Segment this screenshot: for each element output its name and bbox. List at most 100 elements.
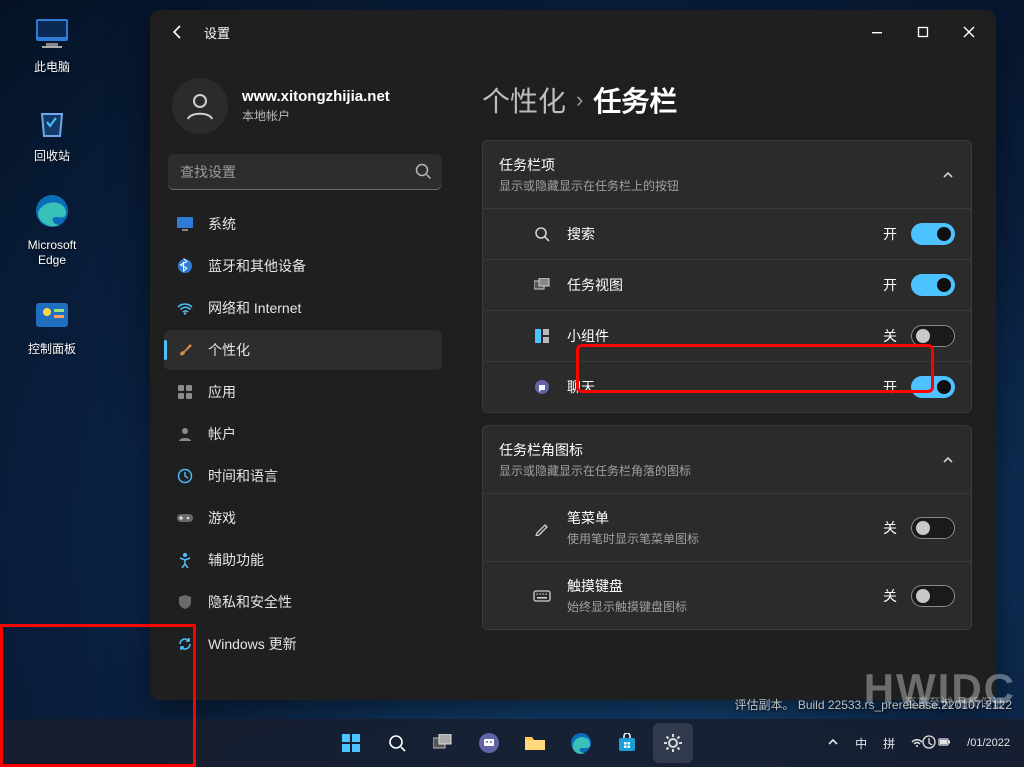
toggle-chat[interactable] bbox=[911, 376, 955, 398]
nav-gaming[interactable]: 游戏 bbox=[164, 498, 442, 538]
nav-label: 时间和语言 bbox=[208, 466, 278, 486]
nav-label: 蓝牙和其他设备 bbox=[208, 256, 306, 276]
nav-label: 个性化 bbox=[208, 340, 250, 360]
toggle-state-label: 关 bbox=[883, 326, 897, 346]
toggle-touch-keyboard[interactable] bbox=[911, 585, 955, 607]
section-taskbar-items: 任务栏项 显示或隐藏显示在任务栏上的按钮 搜索 开 任务视图 开 bbox=[482, 140, 972, 413]
settings-window: 设置 www.xitongzhijia.net 本地帐户 bbox=[150, 10, 996, 700]
search-icon bbox=[387, 733, 407, 753]
task-view-icon bbox=[531, 278, 553, 292]
arrow-left-icon bbox=[170, 24, 186, 40]
nav-privacy[interactable]: 隐私和安全性 bbox=[164, 582, 442, 622]
search-container bbox=[168, 154, 442, 190]
nav-label: 应用 bbox=[208, 382, 236, 402]
taskbar-search-button[interactable] bbox=[377, 723, 417, 763]
accessibility-icon bbox=[176, 551, 194, 569]
taskbar-settings-button[interactable] bbox=[653, 723, 693, 763]
keyboard-icon bbox=[531, 589, 553, 603]
chevron-up-icon bbox=[941, 168, 955, 182]
display-icon bbox=[176, 215, 194, 233]
shield-icon bbox=[176, 593, 194, 611]
taskbar: 中 拼 /01/2022 bbox=[0, 719, 1024, 767]
search-icon bbox=[531, 226, 553, 242]
nav-label: 游戏 bbox=[208, 508, 236, 528]
row-chat: 聊天 开 bbox=[483, 361, 971, 412]
nav-personalization[interactable]: 个性化 bbox=[164, 330, 442, 370]
taskbar-edge-button[interactable] bbox=[561, 723, 601, 763]
tray-quick-settings[interactable] bbox=[905, 730, 957, 757]
desktop-icons: 此电脑 回收站 Microsoft Edge 控制面板 bbox=[12, 12, 112, 383]
maximize-icon bbox=[917, 26, 929, 38]
desktop-icon-label: 回收站 bbox=[34, 149, 70, 164]
desktop-icon-edge[interactable]: Microsoft Edge bbox=[12, 190, 92, 268]
minimize-button[interactable] bbox=[854, 10, 900, 54]
section-header-corner-icons[interactable]: 任务栏角图标 显示或隐藏显示在任务栏角落的图标 bbox=[483, 426, 971, 493]
monitor-icon bbox=[31, 12, 73, 54]
system-tray: 中 拼 /01/2022 bbox=[821, 730, 1016, 757]
widgets-icon bbox=[531, 328, 553, 344]
toggle-search[interactable] bbox=[911, 223, 955, 245]
toggle-task-view[interactable] bbox=[911, 274, 955, 296]
tray-overflow-button[interactable] bbox=[821, 732, 845, 755]
nav-network[interactable]: 网络和 Internet bbox=[164, 288, 442, 328]
tray-ime-lang[interactable]: 中 bbox=[849, 731, 873, 756]
taskbar-center bbox=[331, 723, 693, 763]
titlebar: 设置 bbox=[150, 10, 996, 54]
section-title: 任务栏项 bbox=[499, 155, 679, 175]
close-button[interactable] bbox=[946, 10, 992, 54]
store-icon bbox=[617, 733, 637, 753]
edge-icon bbox=[570, 732, 592, 754]
taskbar-chat-button[interactable] bbox=[469, 723, 509, 763]
toggle-state-label: 关 bbox=[883, 586, 897, 606]
clock-date: /01/2022 bbox=[967, 737, 1010, 749]
tray-clock[interactable]: /01/2022 bbox=[961, 733, 1016, 753]
taskbar-explorer-button[interactable] bbox=[515, 723, 555, 763]
sidebar: www.xitongzhijia.net 本地帐户 系统 蓝牙和其他设备 网络和… bbox=[150, 54, 454, 700]
window-title: 设置 bbox=[204, 23, 230, 42]
nav-accessibility[interactable]: 辅助功能 bbox=[164, 540, 442, 580]
nav-apps[interactable]: 应用 bbox=[164, 372, 442, 412]
chevron-up-icon bbox=[941, 453, 955, 467]
edge-icon bbox=[31, 190, 73, 232]
section-subtitle: 显示或隐藏显示在任务栏角落的图标 bbox=[499, 462, 691, 479]
row-pen-menu: 笔菜单 使用笔时显示笔菜单图标 关 bbox=[483, 493, 971, 561]
back-button[interactable] bbox=[160, 14, 196, 50]
task-view-icon bbox=[433, 734, 453, 752]
row-sublabel: 始终显示触摸键盘图标 bbox=[567, 598, 687, 615]
breadcrumb-parent[interactable]: 个性化 bbox=[482, 80, 566, 120]
nav-accounts[interactable]: 帐户 bbox=[164, 414, 442, 454]
nav-bluetooth[interactable]: 蓝牙和其他设备 bbox=[164, 246, 442, 286]
account-summary[interactable]: www.xitongzhijia.net 本地帐户 bbox=[164, 64, 446, 154]
taskbar-task-view-button[interactable] bbox=[423, 723, 463, 763]
wifi-icon bbox=[176, 299, 194, 317]
section-header-taskbar-items[interactable]: 任务栏项 显示或隐藏显示在任务栏上的按钮 bbox=[483, 141, 971, 208]
desktop-icon-this-pc[interactable]: 此电脑 bbox=[12, 12, 92, 75]
nav-label: 系统 bbox=[208, 214, 236, 234]
maximize-button[interactable] bbox=[900, 10, 946, 54]
toggle-widgets[interactable] bbox=[911, 325, 955, 347]
chat-icon bbox=[531, 379, 553, 395]
chat-icon bbox=[478, 732, 500, 754]
row-label: 搜索 bbox=[567, 224, 595, 244]
desktop-icon-label: 控制面板 bbox=[28, 342, 76, 357]
row-sublabel: 使用笔时显示笔菜单图标 bbox=[567, 530, 699, 547]
minimize-icon bbox=[871, 26, 883, 38]
nav-time-language[interactable]: 时间和语言 bbox=[164, 456, 442, 496]
nav-system[interactable]: 系统 bbox=[164, 204, 442, 244]
search-input[interactable] bbox=[168, 154, 442, 190]
toggle-state-label: 开 bbox=[883, 275, 897, 295]
row-label: 触摸键盘 bbox=[567, 576, 687, 596]
desktop-icon-control-panel[interactable]: 控制面板 bbox=[12, 294, 92, 357]
tray-ime-mode[interactable]: 拼 bbox=[877, 731, 901, 756]
toggle-state-label: 开 bbox=[883, 377, 897, 397]
taskbar-store-button[interactable] bbox=[607, 723, 647, 763]
avatar bbox=[172, 78, 228, 134]
windows-icon bbox=[340, 732, 362, 754]
control-panel-icon bbox=[31, 294, 73, 336]
start-button[interactable] bbox=[331, 723, 371, 763]
toggle-pen-menu[interactable] bbox=[911, 517, 955, 539]
recycle-bin-icon bbox=[31, 101, 73, 143]
section-title: 任务栏角图标 bbox=[499, 440, 691, 460]
desktop-icon-recycle-bin[interactable]: 回收站 bbox=[12, 101, 92, 164]
nav-update[interactable]: Windows 更新 bbox=[164, 624, 442, 664]
